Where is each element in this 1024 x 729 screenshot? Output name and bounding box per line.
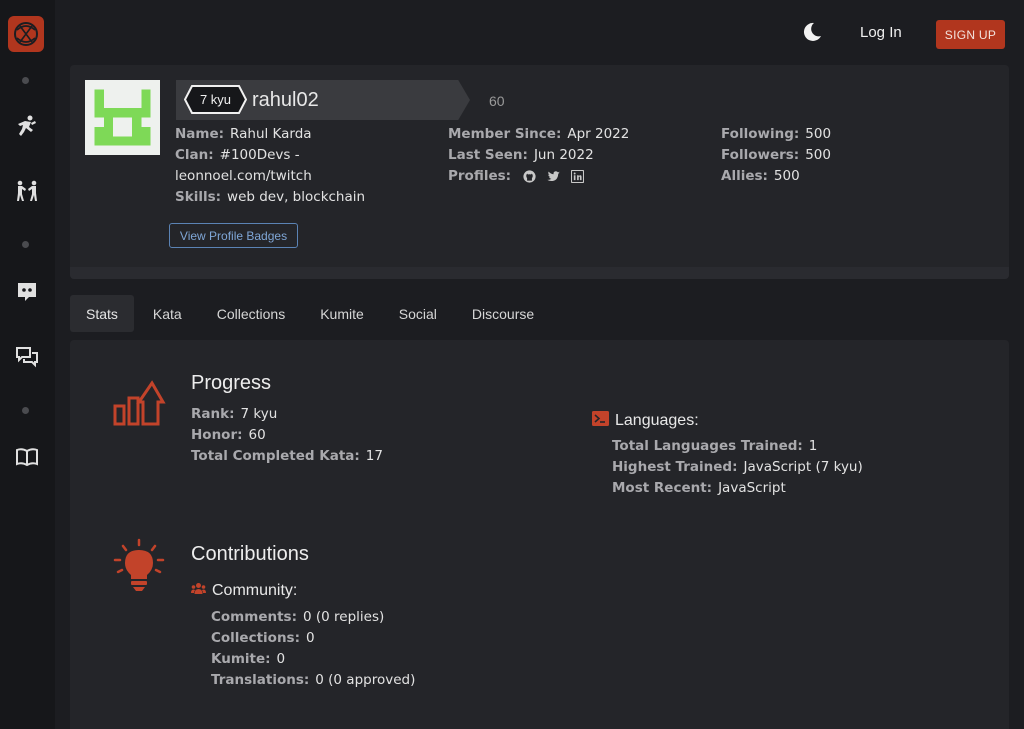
kumite-value: 0 [276,651,286,667]
linkedin-icon[interactable] [571,169,585,183]
tab-discourse[interactable]: Discourse [456,295,550,332]
collections-value: 0 [306,630,315,646]
most-recent-label: Most Recent: [612,480,713,496]
skills-label: Skills: [175,189,222,205]
progress-rank-value: 7 kyu [240,406,278,422]
progress-details: Rank: 7 kyu Honor: 60 Total Completed Kata… [191,404,383,467]
clan-value: #100Devs - [219,147,300,163]
progress-rank-label: Rank: [191,406,235,422]
kumite-label: Kumite: [211,651,271,667]
discord-icon[interactable] [14,279,40,305]
last-seen-label: Last Seen: [448,147,528,163]
allies-label: Allies: [721,168,768,184]
docs-book-icon[interactable] [14,444,40,470]
training-icon[interactable] [14,113,40,139]
following-value: 500 [805,126,832,142]
following-label: Following: [721,126,800,142]
lightbulb-icon [113,538,165,599]
languages-trained-label: Total Languages Trained: [612,438,803,454]
collections-label: Collections: [211,630,300,646]
progress-chart-icon [112,378,166,433]
member-since-label: Member Since: [448,126,562,142]
languages-title: Languages: [615,412,699,429]
tab-collections[interactable]: Collections [201,295,301,332]
sidebar-divider-dot [22,77,29,84]
name-label: Name: [175,126,225,142]
tab-social[interactable]: Social [383,295,453,332]
discussion-icon[interactable] [14,344,40,370]
last-seen-value: Jun 2022 [533,147,594,163]
highest-trained-value: JavaScript (7 kyu) [743,459,863,475]
twitter-icon[interactable] [547,170,561,183]
profile-card: 7 kyu rahul02 60 Name: Rahul Karda Clan: #… [70,65,1009,279]
signup-button[interactable]: SIGN UP [936,20,1005,49]
sidebar [0,0,55,729]
skills-value: web dev, blockchain [227,189,366,205]
languages-details: Total Languages Trained: 1 Highest Traine… [612,436,863,499]
profile-info-column-1: Name: Rahul Karda Clan: #100Devs - leonnoe… [175,124,365,208]
contributions-title: Contributions [191,543,309,565]
languages-trained-value: 1 [808,438,818,454]
progress-title: Progress [191,372,272,394]
honor-score: 60 [489,93,505,109]
clan-label: Clan: [175,147,214,163]
translations-value: 0 (0 approved) [315,672,416,688]
community-title: Community: [212,582,298,599]
translations-label: Translations: [211,672,310,688]
followers-value: 500 [805,147,831,163]
progress-honor-label: Honor: [191,427,243,443]
stats-panel: Progress Rank: 7 kyu Honor: 60 Total Compl… [70,340,1009,729]
profiles-label: Profiles: [448,168,512,184]
username: rahul02 [252,89,319,111]
login-link[interactable]: Log In [860,24,902,41]
kyu-rank-badge: 7 kyu [183,85,248,114]
profile-info-column-2: Member Since: Apr 2022 Last Seen: Jun 2022… [448,124,629,187]
member-since-value: Apr 2022 [567,126,630,142]
tab-stats[interactable]: Stats [70,295,134,332]
sidebar-divider-dot [22,407,29,414]
comments-label: Comments: [211,609,297,625]
completed-kata-value: 17 [365,448,383,464]
tab-kata[interactable]: Kata [137,295,198,332]
profile-info-column-3: Following: 500 Followers: 500 Allies: 500 [721,124,831,187]
highest-trained-label: Highest Trained: [612,459,738,475]
comments-value: 0 (0 replies) [302,609,385,625]
community-details: Comments: 0 (0 replies) Collections: 0 Kum… [211,607,415,691]
avatar [85,80,160,155]
codewars-logo-icon[interactable] [8,16,44,52]
github-icon[interactable] [523,169,536,183]
allies-value: 500 [773,168,800,184]
terminal-icon [592,411,609,431]
name-value: Rahul Karda [230,126,312,142]
community-users-icon [191,582,206,600]
community-heading: Community: [191,582,297,600]
sidebar-divider-dot [22,241,29,248]
kumite-fight-icon[interactable] [14,178,40,204]
profile-card-footer [70,267,1009,279]
progress-honor-value: 60 [248,427,266,443]
followers-label: Followers: [721,147,800,163]
most-recent-value: JavaScript [718,480,786,496]
view-profile-badges-button[interactable]: View Profile Badges [169,223,298,248]
profile-tabs: Stats Kata Collections Kumite Social Dis… [70,295,553,332]
moon-icon[interactable] [800,20,824,44]
languages-heading: Languages: [592,411,699,431]
completed-kata-label: Total Completed Kata: [191,448,360,464]
tab-kumite[interactable]: Kumite [304,295,380,332]
clan-value-line2: leonnoel.com/twitch [175,168,312,184]
